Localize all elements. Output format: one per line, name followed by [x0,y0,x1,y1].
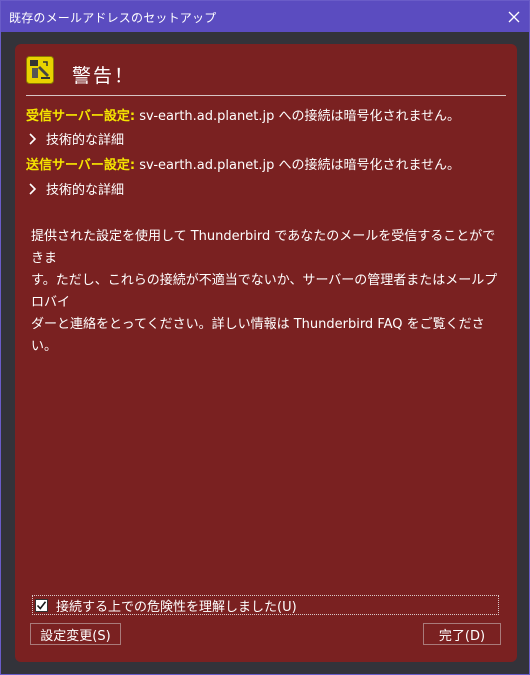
message-line-3: ダーと連絡をとってください。詳しい情報は Thunderbird FAQ をご覧… [31,317,485,354]
change-settings-button[interactable]: 設定変更(S) [30,623,121,645]
outgoing-details-label: 技術的な詳細 [46,183,125,198]
warning-icon [26,56,54,84]
checkmark-icon [36,600,47,610]
done-button[interactable]: 完了(D) [423,623,501,645]
dialog-window: 既存のメールアドレスのセットアップ 警告！ 受信サーバー設定: sv-earth… [0,0,530,675]
incoming-server-label: 受信サーバー設定: [26,109,136,124]
incoming-details-label: 技術的な詳細 [46,133,125,148]
checkbox[interactable] [35,598,48,612]
chevron-right-icon [29,132,37,145]
titlebar[interactable]: 既存のメールアドレスのセットアップ [1,1,529,32]
warning-message: 提供された設定を使用して Thunderbird であなたのメールを受信すること… [31,226,501,358]
message-line-2: す。ただし、これらの接続が不適当でないか、サーバーの管理者またはメールプロバイ [31,273,498,310]
warning-title: 警告！ [72,65,136,87]
acknowledge-label: 接続する上での危険性を理解しました(U) [56,599,297,615]
chevron-right-icon [29,182,37,195]
close-button[interactable] [499,1,529,32]
outgoing-server-label: 送信サーバー設定: [26,158,136,173]
incoming-server-text: sv-earth.ad.planet.jp への接続は暗号化されません。 [139,109,461,124]
incoming-technical-details[interactable]: 技術的な詳細 [28,129,124,148]
outgoing-technical-details[interactable]: 技術的な詳細 [28,179,124,198]
close-icon [508,11,520,22]
warning-header: 警告！ [26,55,506,96]
window-title: 既存のメールアドレスのセットアップ [9,11,217,25]
incoming-server-line: 受信サーバー設定: sv-earth.ad.planet.jp への接続は暗号化… [26,105,460,124]
warning-panel: 警告！ 受信サーバー設定: sv-earth.ad.planet.jp への接続… [15,44,517,662]
outgoing-server-line: 送信サーバー設定: sv-earth.ad.planet.jp への接続は暗号化… [26,154,460,173]
acknowledge-risk-checkbox[interactable]: 接続する上での危険性を理解しました(U) [32,595,499,615]
outgoing-server-text: sv-earth.ad.planet.jp への接続は暗号化されません。 [139,158,461,173]
message-line-1: 提供された設定を使用して Thunderbird であなたのメールを受信すること… [31,229,496,266]
